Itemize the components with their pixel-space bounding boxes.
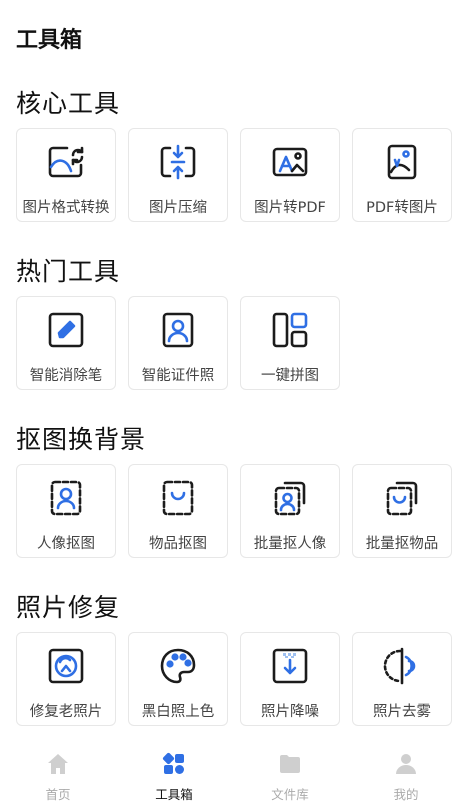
toolbox-icon [161,751,187,776]
denoise-icon [270,646,310,686]
tool-image-compress[interactable]: 图片压缩 [128,128,228,222]
tab-toolbox[interactable]: 工具箱 [116,745,232,803]
tool-smart-eraser[interactable]: 智能消除笔 [16,296,116,390]
section-title: 照片修复 [16,593,121,622]
id-photo-icon [158,310,198,350]
image-to-pdf-icon [270,142,310,182]
pdf-to-image-icon [382,142,422,182]
section-title: 核心工具 [16,89,121,118]
tool-label: 修复老照片 [29,704,103,720]
tool-smart-id-photo[interactable]: 智能证件照 [128,296,228,390]
tool-photo-denoise[interactable]: 照片降噪 [240,632,340,726]
tool-portrait-cutout[interactable]: 人像抠图 [16,464,116,558]
palette-icon [158,646,198,686]
user-icon [393,751,419,776]
tool-image-format-convert[interactable]: 图片格式转换 [16,128,116,222]
tool-label: 智能消除笔 [29,368,103,384]
portrait-cutout-icon [46,478,86,518]
tool-batch-object-cutout[interactable]: 批量抠物品 [352,464,452,558]
batch-portrait-cutout-icon [270,478,310,518]
tool-label: 照片降噪 [261,704,319,720]
tool-label: PDF转图片 [366,200,438,216]
object-cutout-icon [158,478,198,518]
tool-grid: 修复老照片 黑白照上色 照片降噪 照片去雾 [16,632,452,726]
tool-photo-dehaze[interactable]: 照片去雾 [352,632,452,726]
tab-label: 文件库 [271,787,309,802]
tool-label: 图片压缩 [149,200,207,216]
tool-one-click-collage[interactable]: 一键拼图 [240,296,340,390]
tool-label: 图片转PDF [254,200,326,216]
home-icon [45,751,71,776]
tool-label: 照片去雾 [373,704,431,720]
tool-label: 智能证件照 [141,368,215,384]
page-title: 工具箱 [16,28,83,53]
tool-grid: 图片格式转换 图片压缩 图片转PDF PDF转图片 [16,128,452,222]
tool-grid: 智能消除笔 智能证件照 一键拼图 [16,296,340,390]
restore-photo-icon [46,646,86,686]
tool-label: 人像抠图 [37,536,95,552]
tab-label: 我的 [393,787,419,802]
tool-restore-old-photo[interactable]: 修复老照片 [16,632,116,726]
image-compress-icon [158,142,198,182]
tab-file-library[interactable]: 文件库 [232,745,348,803]
tool-label: 物品抠图 [149,536,207,552]
tab-home[interactable]: 首页 [0,745,116,803]
folder-icon [277,751,303,776]
eraser-pen-icon [46,310,86,350]
batch-object-cutout-icon [382,478,422,518]
section-title: 热门工具 [16,257,121,286]
tool-batch-portrait-cutout[interactable]: 批量抠人像 [240,464,340,558]
tool-object-cutout[interactable]: 物品抠图 [128,464,228,558]
bottom-tab-bar: 首页 工具箱 文件库 我的 [0,745,464,803]
tool-label: 图片格式转换 [22,200,110,216]
tool-pdf-to-image[interactable]: PDF转图片 [352,128,452,222]
image-convert-icon [46,142,86,182]
dehaze-icon [382,646,422,686]
collage-icon [270,310,310,350]
tool-grid: 人像抠图 物品抠图 批量抠人像 批量抠物品 [16,464,452,558]
tool-label: 一键拼图 [261,368,319,384]
tool-label: 批量抠物品 [365,536,439,552]
tab-mine[interactable]: 我的 [348,745,464,803]
tool-image-to-pdf[interactable]: 图片转PDF [240,128,340,222]
tool-label: 批量抠人像 [253,536,327,552]
tool-colorize-bw-photo[interactable]: 黑白照上色 [128,632,228,726]
section-title: 抠图换背景 [16,425,147,454]
tool-label: 黑白照上色 [141,704,215,720]
tab-label: 工具箱 [155,787,193,802]
tab-label: 首页 [45,787,71,802]
